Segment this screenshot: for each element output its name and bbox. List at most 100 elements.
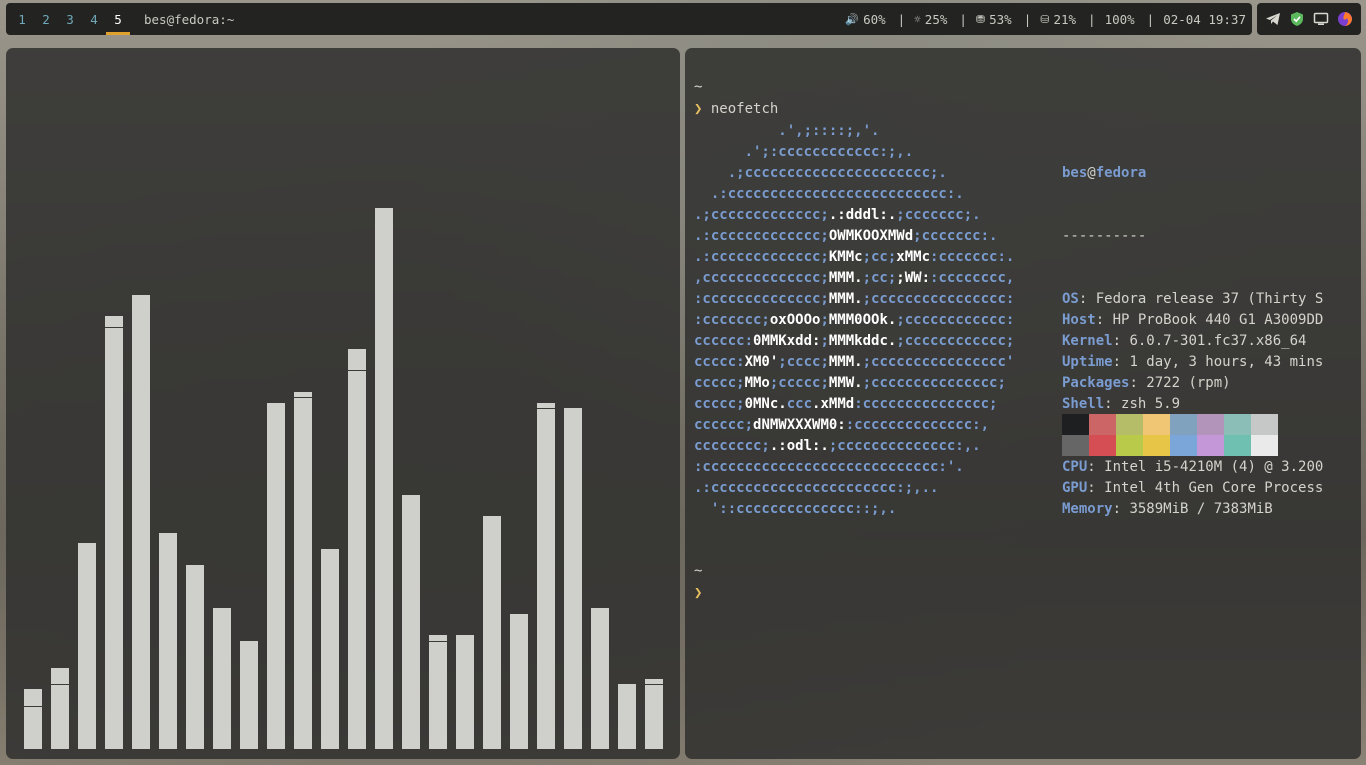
visualizer-bar xyxy=(375,208,393,749)
workspace-1[interactable]: 1 xyxy=(10,3,34,35)
logo-segment: MMW. xyxy=(828,375,863,391)
logo-segment: '::cccccccccccccc::;,. xyxy=(694,501,897,517)
palette-swatch-normal-3 xyxy=(1143,414,1170,435)
prompt-line[interactable]: ❯ xyxy=(694,583,702,604)
logo-segment: ;ccccccc;. xyxy=(896,207,981,223)
workspace-5[interactable]: 5 xyxy=(106,3,130,35)
logo-segment: :ccccccccccccccc; xyxy=(854,396,998,412)
logo-segment: MMo xyxy=(744,375,770,391)
firefox-icon[interactable] xyxy=(1337,11,1353,27)
logo-segment: ,cccccccccccccc; xyxy=(694,270,829,286)
info-user: bes xyxy=(1062,165,1088,181)
logo-segment: ;cccccccccccccccc' xyxy=(862,354,1015,370)
logo-segment: MMM. xyxy=(828,291,863,307)
status-area: 🔊 60% | ☼ 25% | ⛃ 53% | ⛁ 21% | 100% | 02-04… xyxy=(845,12,1246,27)
visualizer-bar xyxy=(213,608,231,749)
logo-segment: .:cccccccccccccccccccccccccc:. xyxy=(694,186,964,202)
logo-segment: 0MMKxdd: xyxy=(753,333,821,349)
workspace-2[interactable]: 2 xyxy=(34,3,58,35)
terminal-window[interactable]: ~ ❯ neofetch .',;::::;,'. .';:cccccccccc… xyxy=(685,48,1361,759)
info-value: Fedora release 37 (Thirty S xyxy=(1095,291,1324,307)
info-value: 1 day, 3 hours, 43 mins xyxy=(1129,354,1324,370)
separator: | xyxy=(897,11,906,27)
visualizer-bar xyxy=(240,641,258,749)
info-row: Kernel: 6.0.7-301.fc37.x86_64 xyxy=(1062,331,1323,352)
palette-swatch-bright-1 xyxy=(1089,435,1116,456)
command-text: neofetch xyxy=(710,101,779,117)
palette-swatch-bright-7 xyxy=(1251,435,1278,456)
window-title: bes@fedora:~ xyxy=(144,11,235,27)
logo-segment: .:ccccccccccccc; xyxy=(694,228,829,244)
logo-segment: .',;::::;,'. xyxy=(694,123,880,139)
info-row: Uptime: 1 day, 3 hours, 43 mins xyxy=(1062,352,1323,373)
logo-segment: ; xyxy=(820,333,829,349)
system-info: bes@fedora ---------- OS: Fedora release… xyxy=(1062,121,1323,562)
visualizer-bar xyxy=(321,549,339,749)
info-key: Kernel xyxy=(1062,333,1113,349)
info-row: Memory: 3589MiB / 7383MiB xyxy=(1062,499,1323,520)
logo-line: .',;::::;,'. xyxy=(694,121,1014,142)
visualizer-bar xyxy=(456,635,474,749)
visualizer-bar xyxy=(483,516,501,749)
separator: | xyxy=(959,11,967,27)
palette-swatch-bright-6 xyxy=(1224,435,1251,456)
visualizer-bar xyxy=(645,679,663,749)
visualizer-bar xyxy=(294,392,312,749)
logo-segment: .';:cccccccccccc:;,. xyxy=(694,144,914,160)
datetime-status[interactable]: 02-04 19:37 xyxy=(1163,12,1246,27)
logo-segment: ccccc; xyxy=(694,375,745,391)
volume-status[interactable]: 🔊 60% xyxy=(845,12,885,27)
palette-swatch-normal-6 xyxy=(1224,414,1251,435)
logo-segment: ccccc: xyxy=(694,354,745,370)
logo-line: :cccccccccccccccccccccccccccc:'. xyxy=(694,457,1014,478)
logo-segment: cccccccc; xyxy=(694,438,770,454)
cwd-line-2: ~ xyxy=(694,563,703,579)
logo-segment: .:ccccccccccccc; xyxy=(694,249,829,265)
palette-swatch-normal-5 xyxy=(1197,414,1224,435)
telegram-icon[interactable] xyxy=(1265,11,1281,27)
visualizer-window[interactable] xyxy=(6,48,680,759)
visualizer-peak xyxy=(429,641,447,642)
visualizer-bar xyxy=(348,349,366,749)
palette-swatch-normal-1 xyxy=(1089,414,1116,435)
info-colon: : xyxy=(1112,333,1130,349)
info-colon: : xyxy=(1095,312,1113,328)
info-at: @ xyxy=(1087,165,1096,181)
info-divider: ---------- xyxy=(1062,228,1147,244)
logo-segment: ccccc; xyxy=(694,396,745,412)
logo-line: :ccccccc;oxOOOo;MMM0OOk.;cccccccccccc: xyxy=(694,310,1014,331)
info-value: Intel 4th Gen Core Process xyxy=(1104,480,1324,496)
prompt-symbol-2: ❯ xyxy=(694,585,703,601)
logo-segment: .:odl:. xyxy=(769,438,829,454)
logo-line: .:ccccccccccccc;OWMKOOXMWd;ccccccc:. xyxy=(694,226,1014,247)
logo-segment: ;ccccc; xyxy=(769,375,829,391)
info-colon: : xyxy=(1104,396,1122,412)
palette-swatch-bright-4 xyxy=(1170,435,1197,456)
system-tray xyxy=(1257,3,1361,35)
logo-segment: ; xyxy=(820,312,829,328)
memory-status[interactable]: ⛁ 21% xyxy=(1040,12,1076,27)
logo-segment: ;cccccccccccc; xyxy=(896,333,1015,349)
logo-segment: ;ccccccc:. xyxy=(913,228,998,244)
display-icon[interactable] xyxy=(1313,11,1329,27)
info-row: GPU: Intel 4th Gen Core Process xyxy=(1062,478,1323,499)
logo-segment: .;ccccccccccccc; xyxy=(694,207,829,223)
brightness-status[interactable]: ☼ 25% xyxy=(914,12,947,27)
battery-value: 100% xyxy=(1104,11,1135,27)
cpu-status[interactable]: ⛃ 53% xyxy=(976,12,1012,27)
user-host-line: bes@fedora xyxy=(1062,163,1323,184)
cwd-line: ~ xyxy=(694,79,703,95)
fedora-ascii-logo: .',;::::;,'. .';:cccccccccccc:;,. .;cccc… xyxy=(694,121,1014,520)
logo-line: cccccc;dNMWXXXWM0::cccccccccccccc:, xyxy=(694,415,1014,436)
battery-status[interactable]: 100% xyxy=(1105,12,1135,27)
logo-line: .;ccccccccccccc;.:dddl:.;ccccccc;. xyxy=(694,205,1014,226)
info-row: CPU: Intel i5-4210M (4) @ 3.200 xyxy=(1062,457,1323,478)
logo-segment: .:cccccccccccccccccccccc:;,.. xyxy=(694,480,939,496)
logo-segment: MMM. xyxy=(828,270,863,286)
workspace-4[interactable]: 4 xyxy=(82,3,106,35)
logo-segment: ;cccccccccccccc:,. xyxy=(828,438,981,454)
palette-swatch-normal-7 xyxy=(1251,414,1278,435)
shield-icon[interactable] xyxy=(1289,11,1305,27)
workspace-3[interactable]: 3 xyxy=(58,3,82,35)
logo-line: ,cccccccccccccc;MMM.;cc;;WW::cccccccc, xyxy=(694,268,1014,289)
